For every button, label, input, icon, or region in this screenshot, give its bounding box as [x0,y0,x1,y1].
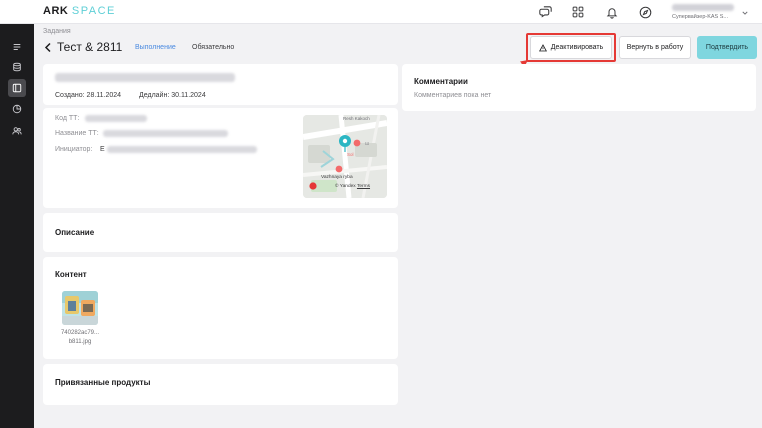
sidebar-item-database[interactable] [8,58,26,76]
return-to-work-button[interactable]: Вернуть в работу [619,36,691,59]
location-map[interactable]: Resh Kakoch Ш Sol Vazhnaya ryba © Yandex… [303,115,387,198]
deadline-date: Дедлайн: 30.11.2024 [139,92,206,99]
description-card: Описание [43,213,398,252]
attachment-thumbnail[interactable] [62,291,98,325]
name-value [103,130,228,137]
pie-chart-icon [12,104,22,114]
back-arrow-icon[interactable] [44,42,52,53]
map-poi: Ш [365,141,370,146]
confirm-button[interactable]: Подтвердить [697,36,757,59]
status-tag-required: Обязательно [192,44,235,51]
task-info-card: Код ТТ: Название ТТ: Инициатор: Е Resh K… [43,108,398,208]
task-header-card: Создано: 28.11.2024 Дедлайн: 30.11.2024 [43,64,398,105]
linked-products-card: Привязанные продукты [43,364,398,405]
panel-icon [12,83,22,93]
name-label: Название ТТ: [55,130,99,137]
page-title: Тест & 2811 [57,40,123,54]
initiator-initial: Е [100,146,105,153]
breadcrumb[interactable]: Задания [43,28,71,35]
map-poi-label: Sol [347,152,354,157]
comments-empty-state: Комментариев пока нет [414,92,492,99]
user-menu[interactable]: Супервайзер-KAS S... [668,3,748,23]
comments-title: Комментарии [414,77,468,86]
user-role: Супервайзер-KAS S... [672,14,729,20]
chevron-down-icon [742,11,748,15]
sidebar [0,24,34,428]
code-label: Код ТТ: [55,115,80,122]
initiator-label: Инициатор: [55,146,93,153]
code-value [85,115,147,122]
database-icon [13,62,21,72]
list-icon [13,44,21,50]
comments-card: Комментарии Комментариев пока нет [402,64,756,111]
user-name [672,4,734,11]
content-title: Контент [55,270,87,279]
status-tag-execution: Выполнение [135,44,176,51]
map-place: Vazhnaya ryba [321,175,353,180]
initiator-value [107,146,257,153]
warning-icon [538,43,547,51]
support-icon[interactable] [537,4,553,20]
app-logo[interactable]: ARK SPACE [43,5,116,17]
map-attribution: © Yandex Terms [335,184,371,189]
notification-bell-icon[interactable] [604,4,620,20]
apps-grid-icon[interactable] [570,4,586,20]
attachment-filename[interactable]: 740282ac79... b811.jpg [55,329,105,346]
content-card: Контент 740282ac79... b811.jpg [43,257,398,359]
map-street: Resh Kakoch [343,116,370,121]
sidebar-item-analytics[interactable] [8,100,26,118]
sidebar-item-tasks[interactable] [8,38,26,56]
sidebar-item-users[interactable] [8,122,26,140]
task-name-redacted [55,73,235,82]
users-icon [12,127,22,135]
sidebar-item-assignments[interactable] [8,79,26,97]
compass-icon[interactable] [637,4,653,20]
deactivate-button[interactable]: Деактивировать [530,36,612,59]
deactivate-label: Деактивировать [550,44,604,51]
top-bar: ARK SPACE Супервайзер-KAS S... [0,0,762,24]
linked-products-title: Привязанные продукты [55,378,151,387]
created-date: Создано: 28.11.2024 [55,92,122,99]
description-title: Описание [55,228,95,237]
